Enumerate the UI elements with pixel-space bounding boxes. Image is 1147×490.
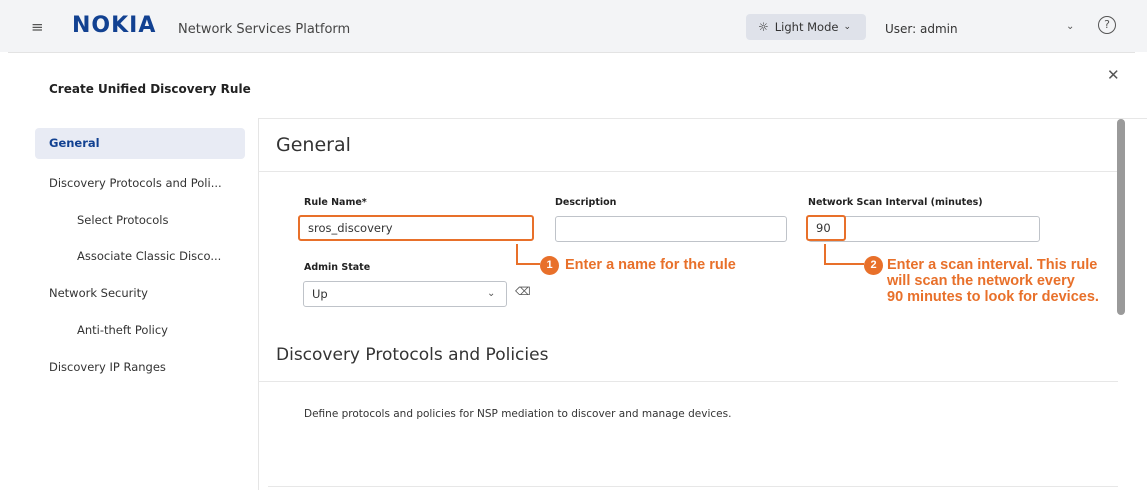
rule-name-label: Rule Name* (304, 197, 367, 208)
annotation-text-1: Enter a name for the rule (565, 257, 736, 273)
hamburger-icon[interactable]: ≡ (31, 20, 44, 35)
section-divider (268, 486, 1118, 487)
help-icon[interactable]: ? (1098, 16, 1116, 34)
sidebar-item-network-security[interactable]: Network Security (49, 286, 148, 300)
section-divider (258, 171, 1118, 172)
chevron-down-icon: ⌄ (487, 288, 496, 299)
user-menu-chevron-icon[interactable]: ⌄ (1066, 21, 1074, 32)
sidebar-item-associate-classic[interactable]: Associate Classic Disco... (77, 249, 221, 263)
sidebar-item-discovery-ip-ranges[interactable]: Discovery IP Ranges (49, 360, 166, 374)
scan-interval-label: Network Scan Interval (minutes) (808, 197, 983, 208)
mode-label: Light Mode (774, 20, 839, 34)
sun-icon: ☼ (758, 20, 769, 34)
nokia-logo: NOKIA (72, 13, 157, 38)
rule-name-input[interactable]: sros_discovery (298, 215, 534, 241)
app-title: Network Services Platform (178, 22, 351, 37)
annotation-badge-2: 2 (864, 256, 883, 275)
annotation-badge-1: 1 (540, 256, 559, 275)
user-label[interactable]: User: admin (885, 22, 958, 36)
section-heading-general: General (276, 134, 351, 156)
content-scrollbar[interactable] (1117, 119, 1125, 315)
sidebar-item-anti-theft-policy[interactable]: Anti-theft Policy (77, 323, 168, 337)
admin-state-label: Admin State (304, 262, 371, 273)
chevron-down-icon: ⌄ (843, 22, 852, 32)
annotation-text-2-line2: will scan the network every (887, 273, 1075, 289)
sidebar-item-select-protocols[interactable]: Select Protocols (77, 213, 168, 227)
scan-interval-value[interactable]: 90 (806, 215, 846, 241)
annotation-connector (824, 244, 864, 265)
sidebar-item-discovery-protocols[interactable]: Discovery Protocols and Poli... (49, 176, 222, 190)
light-mode-toggle[interactable]: ☼ Light Mode ⌄ (746, 14, 866, 40)
header-divider (258, 118, 1147, 119)
section-heading-discovery: Discovery Protocols and Policies (276, 345, 549, 365)
close-icon[interactable]: ✕ (1107, 66, 1120, 84)
discovery-description: Define protocols and policies for NSP me… (304, 408, 732, 420)
admin-state-select[interactable]: Up (303, 281, 507, 307)
top-header: ≡ NOKIA Network Services Platform ☼ Ligh… (0, 0, 1147, 52)
description-label: Description (555, 197, 617, 208)
annotation-text-2-line3: 90 minutes to look for devices. (887, 289, 1099, 305)
clear-selection-icon[interactable]: ⌫ (515, 285, 531, 298)
section-divider (258, 381, 1118, 382)
sidebar-item-general[interactable]: General (35, 128, 245, 159)
sidebar-divider (258, 118, 259, 490)
annotation-connector (516, 244, 540, 265)
description-input[interactable] (555, 216, 787, 242)
modal-title: Create Unified Discovery Rule (49, 82, 251, 96)
annotation-text-2-line1: Enter a scan interval. This rule (887, 257, 1098, 273)
